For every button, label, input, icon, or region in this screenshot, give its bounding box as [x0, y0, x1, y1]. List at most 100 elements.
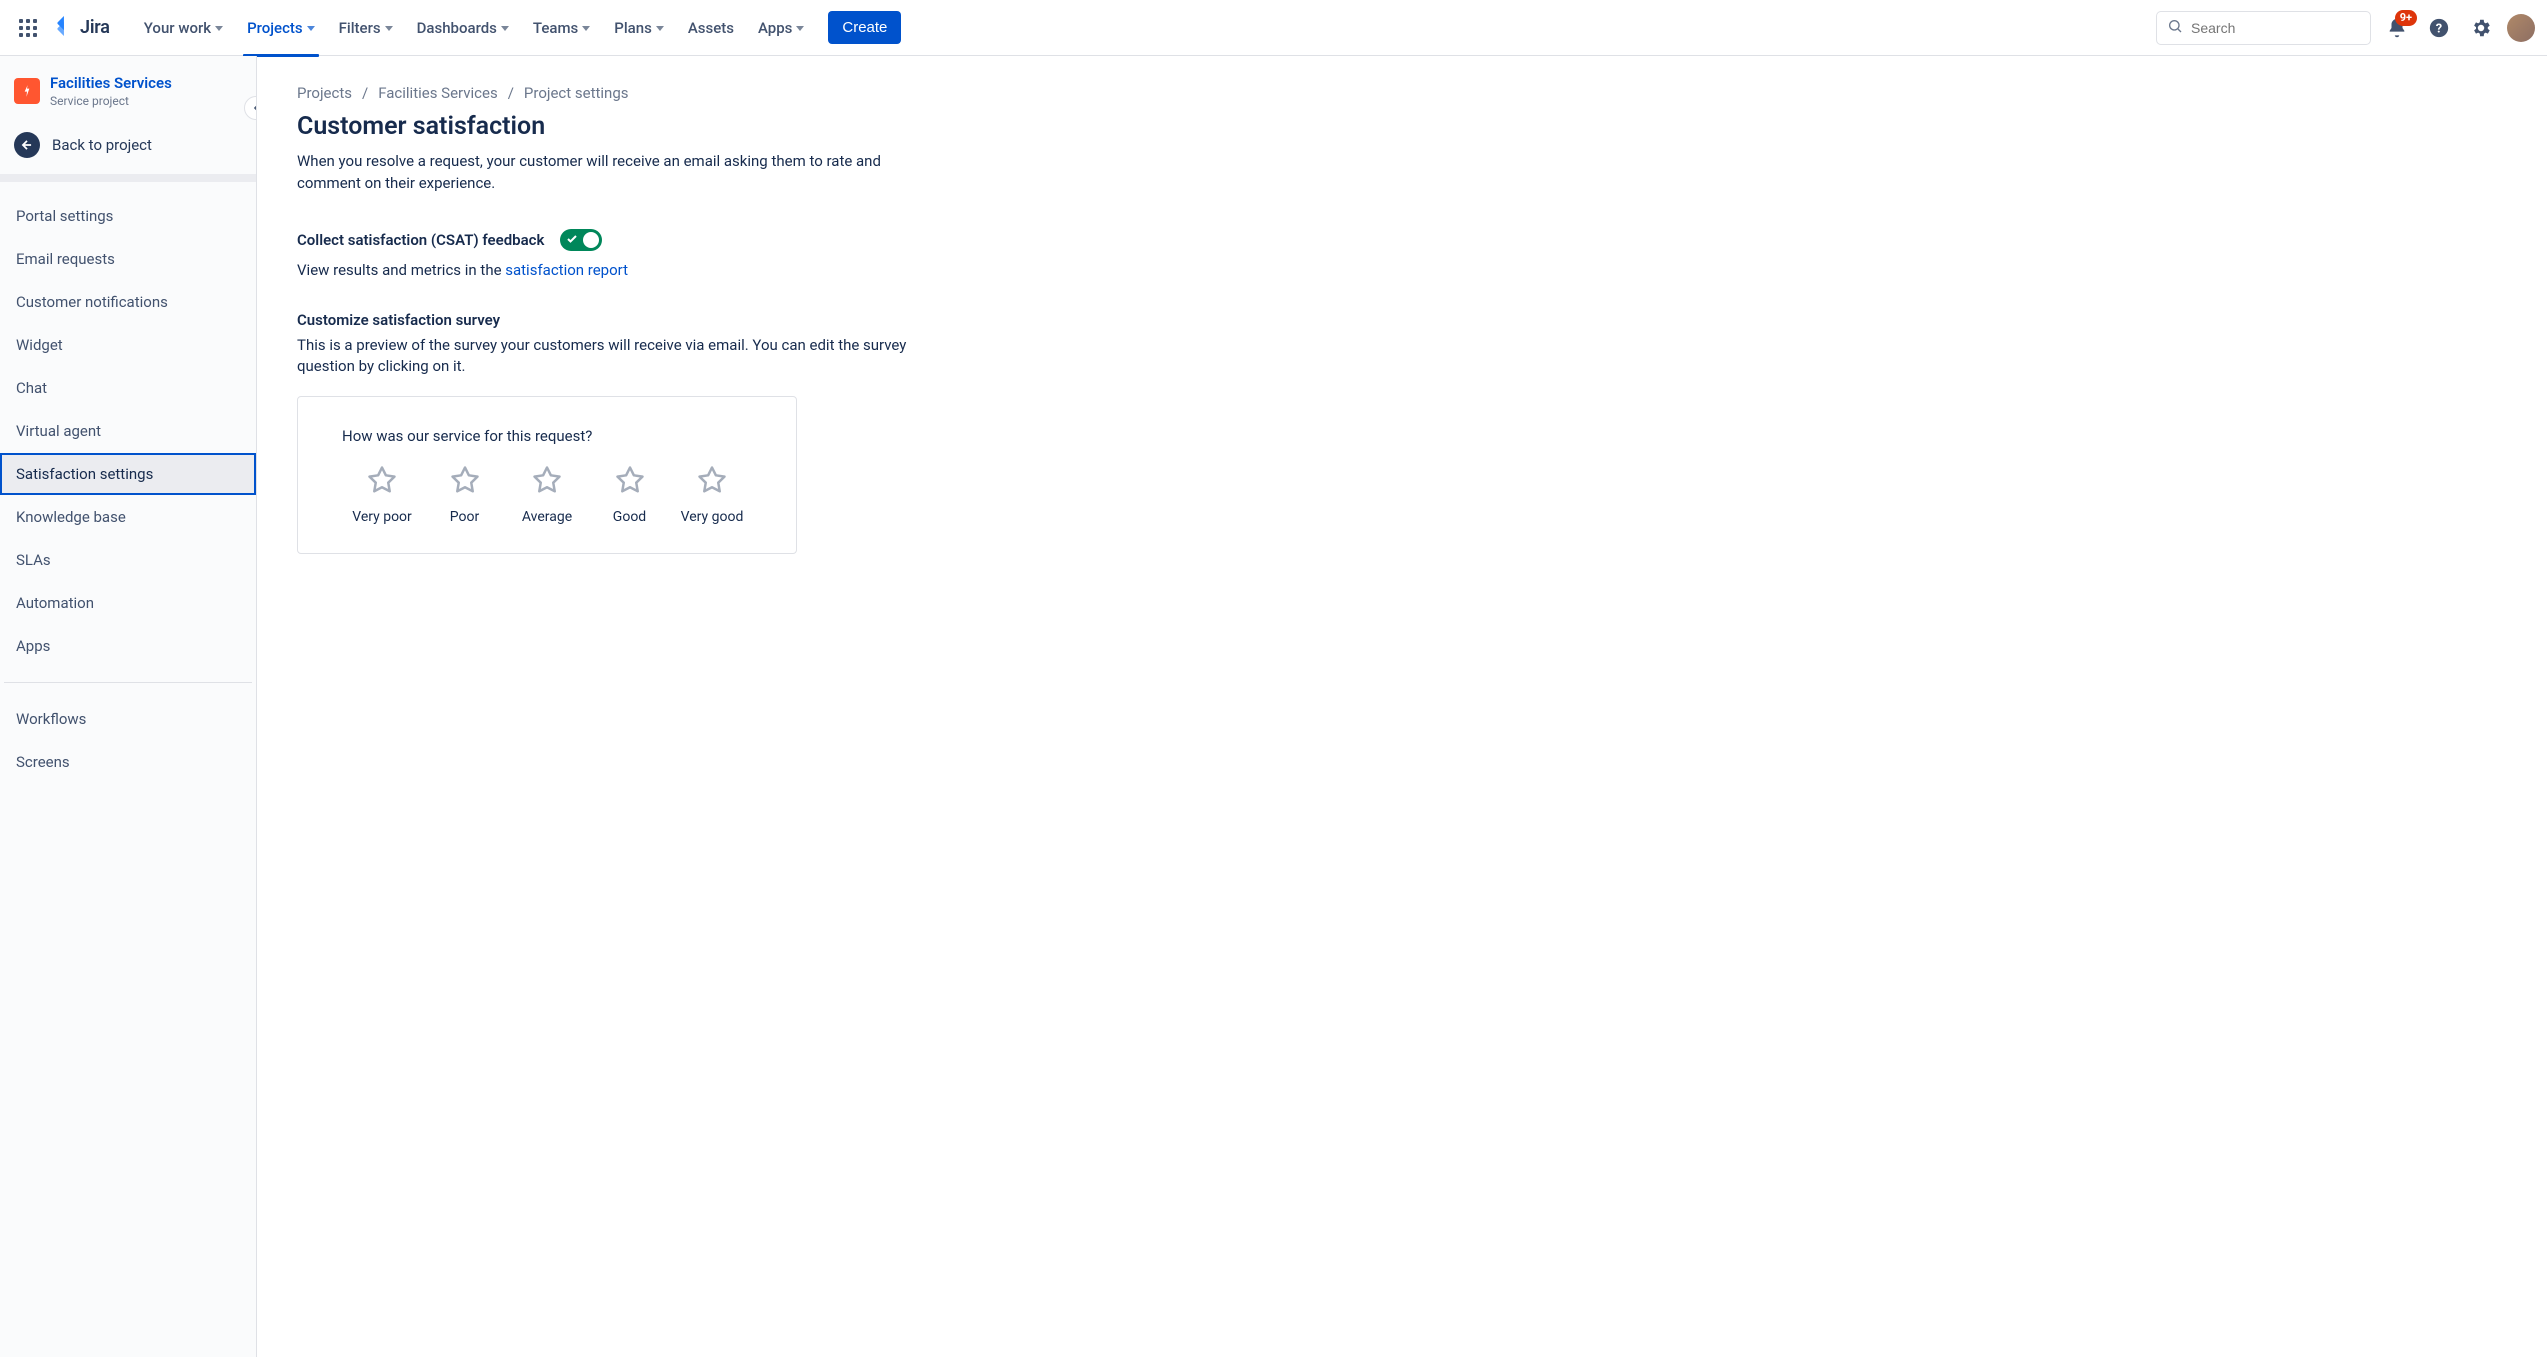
breadcrumb-link[interactable]: Facilities Services [378, 84, 498, 102]
sidebar-group-2: WorkflowsScreens [0, 693, 256, 788]
jira-mark-icon [54, 16, 74, 40]
chevron-down-icon [656, 26, 664, 31]
nav-item-filters[interactable]: Filters [329, 13, 403, 43]
nav-item-dashboards[interactable]: Dashboards [407, 13, 519, 43]
primary-nav: Your work Projects Filters Dashboards Teams P… [134, 13, 815, 43]
check-icon [566, 233, 578, 249]
project-name: Facilities Services [50, 74, 172, 92]
rating-label: Poor [450, 509, 479, 525]
jira-logo[interactable]: Jira [54, 16, 110, 40]
nav-item-assets[interactable]: Assets [678, 13, 744, 43]
project-header[interactable]: Facilities Services Service project [0, 56, 256, 122]
notification-badge: 9+ [2395, 10, 2417, 26]
chevron-down-icon [796, 26, 804, 31]
page-description: When you resolve a request, your custome… [297, 151, 937, 195]
back-arrow-icon [14, 132, 40, 158]
chevron-down-icon [215, 26, 223, 31]
search-icon [2167, 18, 2183, 38]
back-to-project-link[interactable]: Back to project [0, 122, 256, 174]
project-icon [14, 78, 40, 104]
nav-item-your-work[interactable]: Your work [134, 13, 233, 43]
nav-item-label: Your work [144, 19, 211, 37]
csat-label: Collect satisfaction (CSAT) feedback [297, 231, 544, 249]
breadcrumb-separator: / [508, 84, 514, 102]
customize-heading: Customize satisfaction survey [297, 311, 1077, 329]
jira-logo-text: Jira [80, 17, 110, 38]
rating-option-good[interactable]: Good [590, 465, 670, 525]
rating-label: Very good [681, 509, 744, 525]
rating-row: Very poor Poor Average Good Very good [342, 465, 752, 525]
project-type: Service project [50, 94, 172, 108]
sidebar-item-chat[interactable]: Chat [0, 367, 256, 409]
customize-description: This is a preview of the survey your cus… [297, 335, 957, 379]
topnav-left: Jira Your work Projects Filters Dashboards T… [12, 11, 901, 44]
nav-item-label: Dashboards [417, 19, 497, 37]
top-navigation: Jira Your work Projects Filters Dashboards T… [0, 0, 2547, 56]
sidebar-group-1: Portal settingsEmail requestsCustomer no… [0, 190, 256, 672]
csat-toggle[interactable] [560, 229, 602, 251]
sidebar-item-automation[interactable]: Automation [0, 582, 256, 624]
sidebar-item-slas[interactable]: SLAs [0, 539, 256, 581]
back-label: Back to project [52, 136, 152, 154]
help-button[interactable]: ? [2423, 12, 2455, 44]
notifications-button[interactable]: 9+ [2381, 12, 2413, 44]
breadcrumb: Projects / Facilities Services / Project set… [297, 84, 1077, 102]
sidebar-item-satisfaction-settings[interactable]: Satisfaction settings [0, 453, 256, 495]
sidebar-item-virtual-agent[interactable]: Virtual agent [0, 410, 256, 452]
nav-item-plans[interactable]: Plans [604, 13, 674, 43]
nav-item-label: Filters [339, 19, 381, 37]
search-input[interactable] [2191, 20, 2360, 36]
sidebar-item-screens[interactable]: Screens [0, 741, 256, 783]
star-icon [367, 465, 397, 499]
rating-label: Average [522, 509, 572, 525]
results-prefix: View results and metrics in the [297, 261, 505, 279]
nav-item-teams[interactable]: Teams [523, 13, 600, 43]
nav-item-projects[interactable]: Projects [237, 13, 325, 43]
nav-item-label: Teams [533, 19, 578, 37]
profile-avatar[interactable] [2507, 14, 2535, 42]
search-box[interactable] [2156, 11, 2371, 45]
page-title: Customer satisfaction [297, 112, 1077, 141]
rating-label: Very poor [352, 509, 412, 525]
page-layout: Facilities Services Service project Back… [0, 56, 2547, 1357]
breadcrumb-link[interactable]: Project settings [524, 84, 629, 102]
nav-item-apps[interactable]: Apps [748, 13, 814, 43]
sidebar-item-portal-settings[interactable]: Portal settings [0, 195, 256, 237]
rating-option-very-good[interactable]: Very good [672, 465, 752, 525]
rating-option-poor[interactable]: Poor [425, 465, 505, 525]
star-icon [532, 465, 562, 499]
sidebar-item-email-requests[interactable]: Email requests [0, 238, 256, 280]
rating-option-very-poor[interactable]: Very poor [342, 465, 422, 525]
sidebar-item-widget[interactable]: Widget [0, 324, 256, 366]
breadcrumb-separator: / [362, 84, 368, 102]
csat-toggle-row: Collect satisfaction (CSAT) feedback [297, 229, 1077, 251]
sidebar-item-apps[interactable]: Apps [0, 625, 256, 667]
create-button[interactable]: Create [828, 11, 901, 44]
settings-button[interactable] [2465, 12, 2497, 44]
satisfaction-report-link[interactable]: satisfaction report [505, 261, 628, 279]
star-icon [450, 465, 480, 499]
rating-label: Good [613, 509, 646, 525]
nav-item-label: Assets [688, 19, 734, 37]
sidebar-item-customer-notifications[interactable]: Customer notifications [0, 281, 256, 323]
star-icon [615, 465, 645, 499]
topnav-right: 9+ ? [2156, 11, 2535, 45]
sidebar-divider [4, 682, 252, 683]
chevron-down-icon [385, 26, 393, 31]
nav-item-label: Plans [614, 19, 652, 37]
nav-item-label: Projects [247, 19, 303, 37]
chevron-down-icon [582, 26, 590, 31]
results-line: View results and metrics in the satisfac… [297, 261, 1077, 279]
star-icon [697, 465, 727, 499]
rating-option-average[interactable]: Average [507, 465, 587, 525]
survey-question[interactable]: How was our service for this request? [342, 427, 752, 445]
sidebar-item-workflows[interactable]: Workflows [0, 698, 256, 740]
nav-item-label: Apps [758, 19, 792, 37]
sidebar-item-knowledge-base[interactable]: Knowledge base [0, 496, 256, 538]
svg-text:?: ? [2436, 21, 2442, 36]
chevron-down-icon [501, 26, 509, 31]
chevron-down-icon [307, 26, 315, 31]
sidebar: Facilities Services Service project Back… [0, 56, 257, 1357]
app-switcher-icon[interactable] [12, 12, 44, 44]
breadcrumb-link[interactable]: Projects [297, 84, 352, 102]
